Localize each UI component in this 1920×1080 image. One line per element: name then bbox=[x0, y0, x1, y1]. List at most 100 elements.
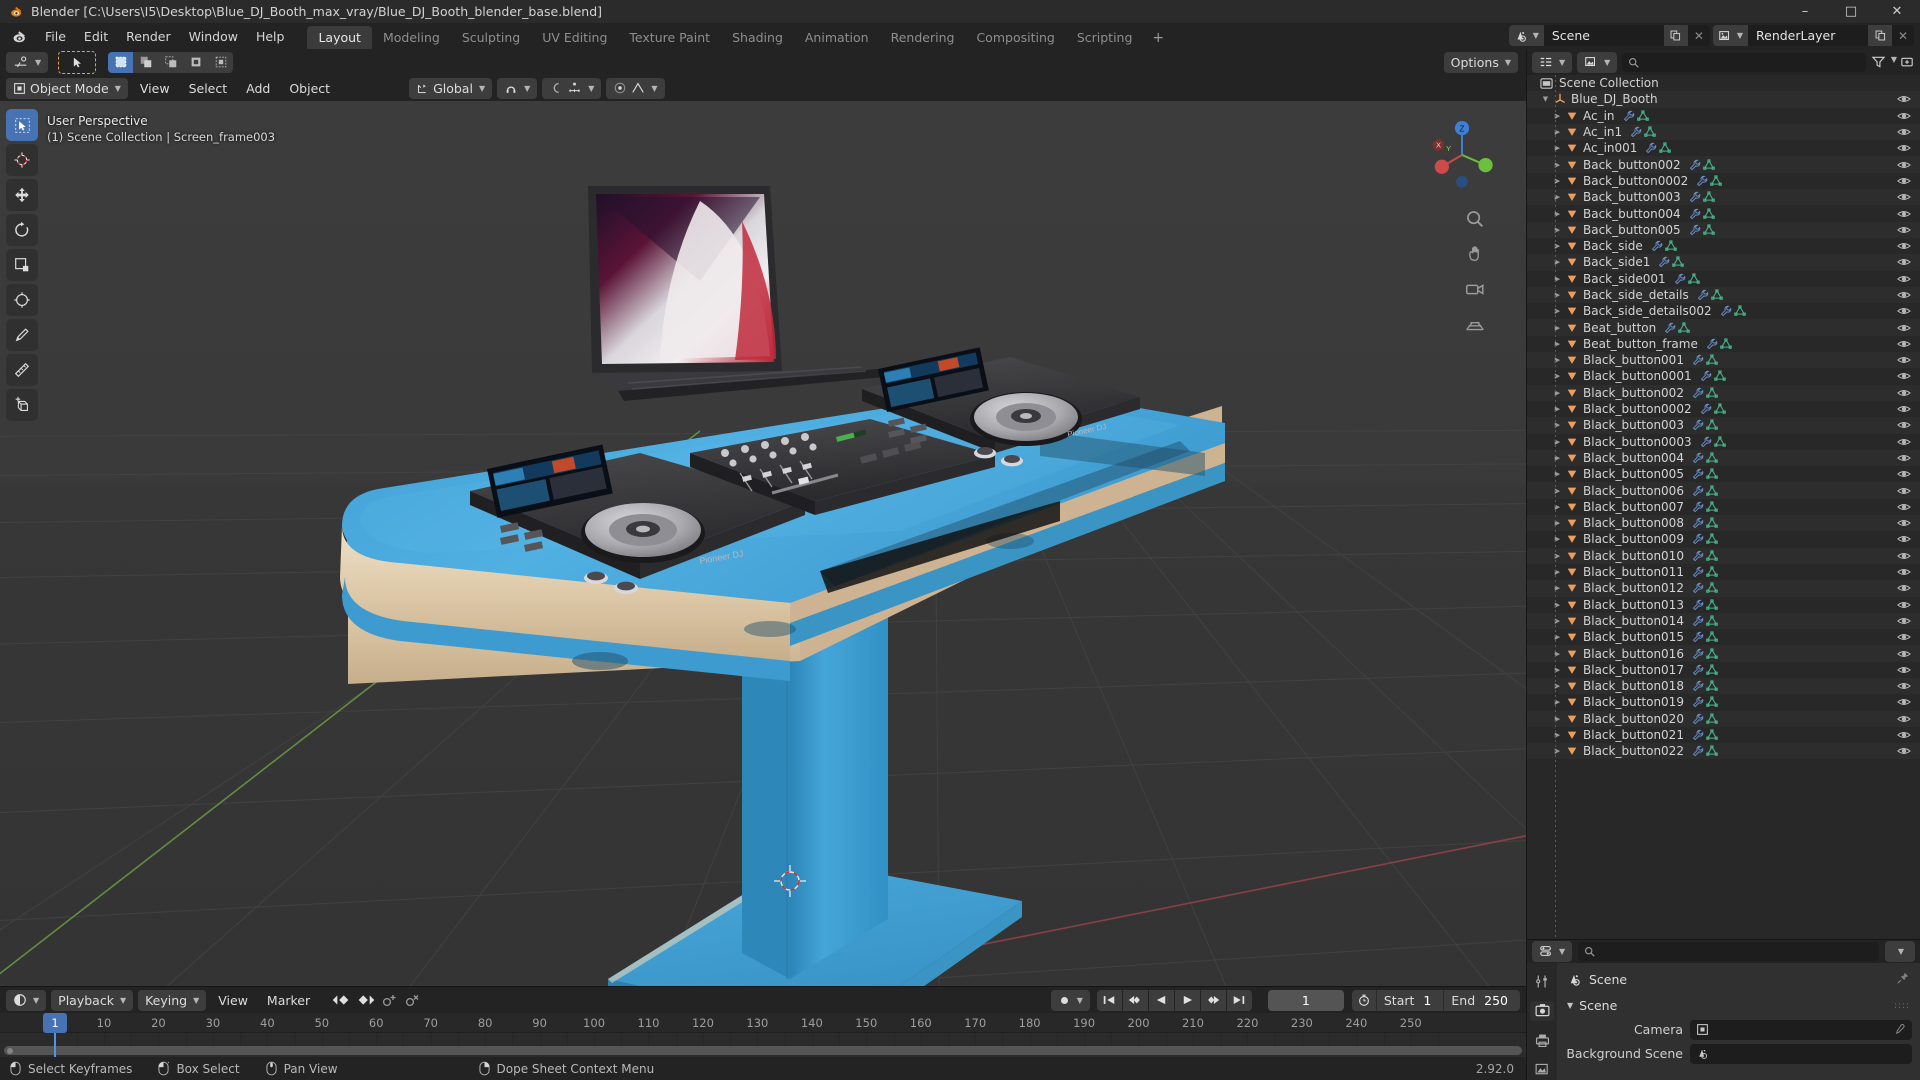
tool-transform[interactable] bbox=[6, 284, 38, 316]
visibility-eye-icon[interactable] bbox=[1897, 534, 1911, 545]
mesh-data-icon[interactable] bbox=[1706, 533, 1718, 545]
mesh-data-icon[interactable] bbox=[1706, 729, 1718, 741]
mesh-data-icon[interactable] bbox=[1706, 484, 1718, 497]
tab-compositing[interactable]: Compositing bbox=[965, 26, 1065, 49]
visibility-eye-icon[interactable] bbox=[1897, 469, 1911, 480]
disclosure-triangle-icon[interactable]: ▶ bbox=[1551, 438, 1564, 446]
disclosure-triangle-icon[interactable]: ▶ bbox=[1551, 584, 1564, 592]
mesh-data-icon[interactable] bbox=[1706, 745, 1718, 757]
visibility-eye-icon[interactable] bbox=[1897, 713, 1911, 724]
modifier-wrench-icon[interactable] bbox=[1706, 338, 1718, 350]
visibility-eye-icon[interactable] bbox=[1897, 664, 1911, 675]
mesh-data-icon[interactable] bbox=[1706, 615, 1718, 627]
visibility-eye-icon[interactable] bbox=[1897, 290, 1911, 301]
disclosure-triangle-icon[interactable]: ▶ bbox=[1551, 666, 1564, 674]
disclosure-triangle-icon[interactable]: ▶ bbox=[1551, 421, 1564, 429]
outliner-row-object[interactable]: ▶ Black_button013 bbox=[1527, 597, 1920, 613]
tab-tool[interactable] bbox=[1530, 971, 1554, 991]
mesh-data-icon[interactable] bbox=[1678, 321, 1691, 334]
mesh-data-icon[interactable] bbox=[1687, 273, 1700, 285]
disclosure-triangle-icon[interactable]: ▶ bbox=[1551, 747, 1564, 755]
disclosure-triangle-icon[interactable]: ▶ bbox=[1551, 307, 1564, 315]
timeline-horizontal-scrollbar[interactable] bbox=[4, 1046, 1522, 1055]
transform-orientation-selector[interactable]: Global ▼ bbox=[409, 77, 493, 99]
visibility-eye-icon[interactable] bbox=[1897, 110, 1911, 121]
visibility-eye-icon[interactable] bbox=[1897, 501, 1911, 512]
select-subtract-button[interactable] bbox=[158, 51, 184, 73]
modifier-wrench-icon[interactable] bbox=[1692, 566, 1704, 578]
visibility-eye-icon[interactable] bbox=[1897, 224, 1911, 235]
playhead-frame-badge[interactable]: 1 bbox=[43, 1013, 67, 1033]
new-collection-icon[interactable] bbox=[1900, 55, 1915, 69]
modifier-wrench-icon[interactable] bbox=[1692, 468, 1704, 480]
outliner-row-object[interactable]: ▶ Black_button004 bbox=[1527, 449, 1920, 467]
visibility-eye-icon[interactable] bbox=[1897, 648, 1911, 659]
outliner-row-object[interactable]: ▶ Black_button0002 bbox=[1527, 401, 1920, 417]
disclosure-triangle-icon[interactable]: ▶ bbox=[1551, 715, 1564, 723]
mesh-data-icon[interactable] bbox=[1636, 110, 1649, 122]
modifier-wrench-icon[interactable] bbox=[1658, 256, 1670, 268]
menu-file[interactable]: File bbox=[36, 26, 75, 47]
modifier-wrench-icon[interactable] bbox=[1623, 110, 1635, 122]
outliner-tree[interactable]: Scene Collection ▼ Blue_DJ_Booth ▶ Ac_in ▶ Ac_… bbox=[1527, 75, 1920, 939]
visibility-eye-icon[interactable] bbox=[1897, 632, 1911, 643]
new-view-layer-button[interactable] bbox=[1868, 25, 1892, 46]
disclosure-triangle-icon[interactable]: ▶ bbox=[1551, 291, 1564, 299]
drag-handle[interactable]: :::: bbox=[1894, 1001, 1910, 1011]
mesh-data-icon[interactable] bbox=[1733, 305, 1746, 317]
tab-view-layer[interactable] bbox=[1530, 1060, 1554, 1080]
tool-annotate[interactable] bbox=[6, 319, 38, 351]
outliner-display-mode-button[interactable]: ▼ bbox=[1577, 51, 1618, 73]
object-mode-selector[interactable]: Object Mode ▼ bbox=[6, 77, 128, 99]
tool-scale[interactable] bbox=[6, 249, 38, 281]
outliner-row-object[interactable]: ▶ Black_button019 bbox=[1527, 694, 1920, 710]
scene-selector[interactable]: ▼ Scene ✕ bbox=[1508, 25, 1710, 46]
disclosure-triangle-icon[interactable]: ▶ bbox=[1551, 503, 1564, 511]
modifier-wrench-icon[interactable] bbox=[1664, 322, 1676, 334]
tab-layout[interactable]: Layout bbox=[307, 26, 372, 49]
modifier-wrench-icon[interactable] bbox=[1651, 240, 1663, 252]
camera-view-icon[interactable] bbox=[1462, 276, 1488, 302]
outliner-row-object[interactable]: ▶ Ac_in1 bbox=[1527, 123, 1920, 141]
maximize-button[interactable]: □ bbox=[1828, 0, 1874, 23]
outliner-row-object[interactable]: ▶ Beat_button bbox=[1527, 319, 1920, 336]
modifier-wrench-icon[interactable] bbox=[1692, 419, 1704, 431]
auto-keying-button[interactable]: ▼ bbox=[1050, 989, 1090, 1011]
disclosure-triangle-icon[interactable]: ▶ bbox=[1551, 405, 1564, 413]
prev-keyframe-button[interactable] bbox=[1122, 989, 1148, 1011]
visibility-eye-icon[interactable] bbox=[1897, 681, 1911, 692]
menu-help[interactable]: Help bbox=[247, 26, 294, 47]
outliner-row-object[interactable]: ▶ Back_side_details bbox=[1527, 286, 1920, 304]
mesh-data-icon[interactable] bbox=[1664, 240, 1677, 252]
menu-render[interactable]: Render bbox=[117, 26, 180, 47]
outliner-row-object[interactable]: ▶ Black_button015 bbox=[1527, 629, 1920, 645]
visibility-eye-icon[interactable] bbox=[1897, 371, 1911, 382]
add-workspace-button[interactable]: + bbox=[1143, 27, 1173, 49]
modifier-wrench-icon[interactable] bbox=[1692, 745, 1704, 757]
visibility-eye-icon[interactable] bbox=[1897, 567, 1911, 578]
modifier-wrench-icon[interactable] bbox=[1692, 354, 1704, 366]
jump-to-start-button[interactable] bbox=[1096, 989, 1122, 1011]
visibility-eye-icon[interactable] bbox=[1897, 322, 1911, 333]
tab-animation[interactable]: Animation bbox=[794, 26, 880, 49]
proportional-falloff-button[interactable]: ▼ bbox=[606, 77, 665, 99]
mesh-data-icon[interactable] bbox=[1706, 631, 1718, 643]
visibility-eye-icon[interactable] bbox=[1897, 583, 1911, 594]
modifier-wrench-icon[interactable] bbox=[1692, 533, 1704, 545]
properties-editor-type-button[interactable]: ▼ bbox=[1532, 940, 1573, 962]
menu-edit[interactable]: Edit bbox=[75, 26, 117, 47]
disclosure-triangle-icon[interactable]: ▶ bbox=[1551, 601, 1564, 609]
outliner-row-object[interactable]: ▶ Back_button005 bbox=[1527, 221, 1920, 238]
use-preview-range-button[interactable] bbox=[1352, 993, 1376, 1007]
visibility-eye-icon[interactable] bbox=[1897, 420, 1911, 431]
visibility-eye-icon[interactable] bbox=[1897, 338, 1911, 349]
tab-texture-paint[interactable]: Texture Paint bbox=[618, 26, 721, 49]
mesh-data-icon[interactable] bbox=[1706, 713, 1718, 725]
viewport-menu-view[interactable]: View bbox=[133, 78, 177, 99]
timeline-menu-view[interactable]: View bbox=[211, 990, 255, 1011]
mesh-data-icon[interactable] bbox=[1706, 680, 1718, 692]
menu-window[interactable]: Window bbox=[180, 26, 247, 47]
disclosure-triangle-icon[interactable]: ▶ bbox=[1551, 340, 1564, 348]
viewport-menu-add[interactable]: Add bbox=[239, 78, 277, 99]
mesh-data-icon[interactable] bbox=[1706, 647, 1718, 660]
